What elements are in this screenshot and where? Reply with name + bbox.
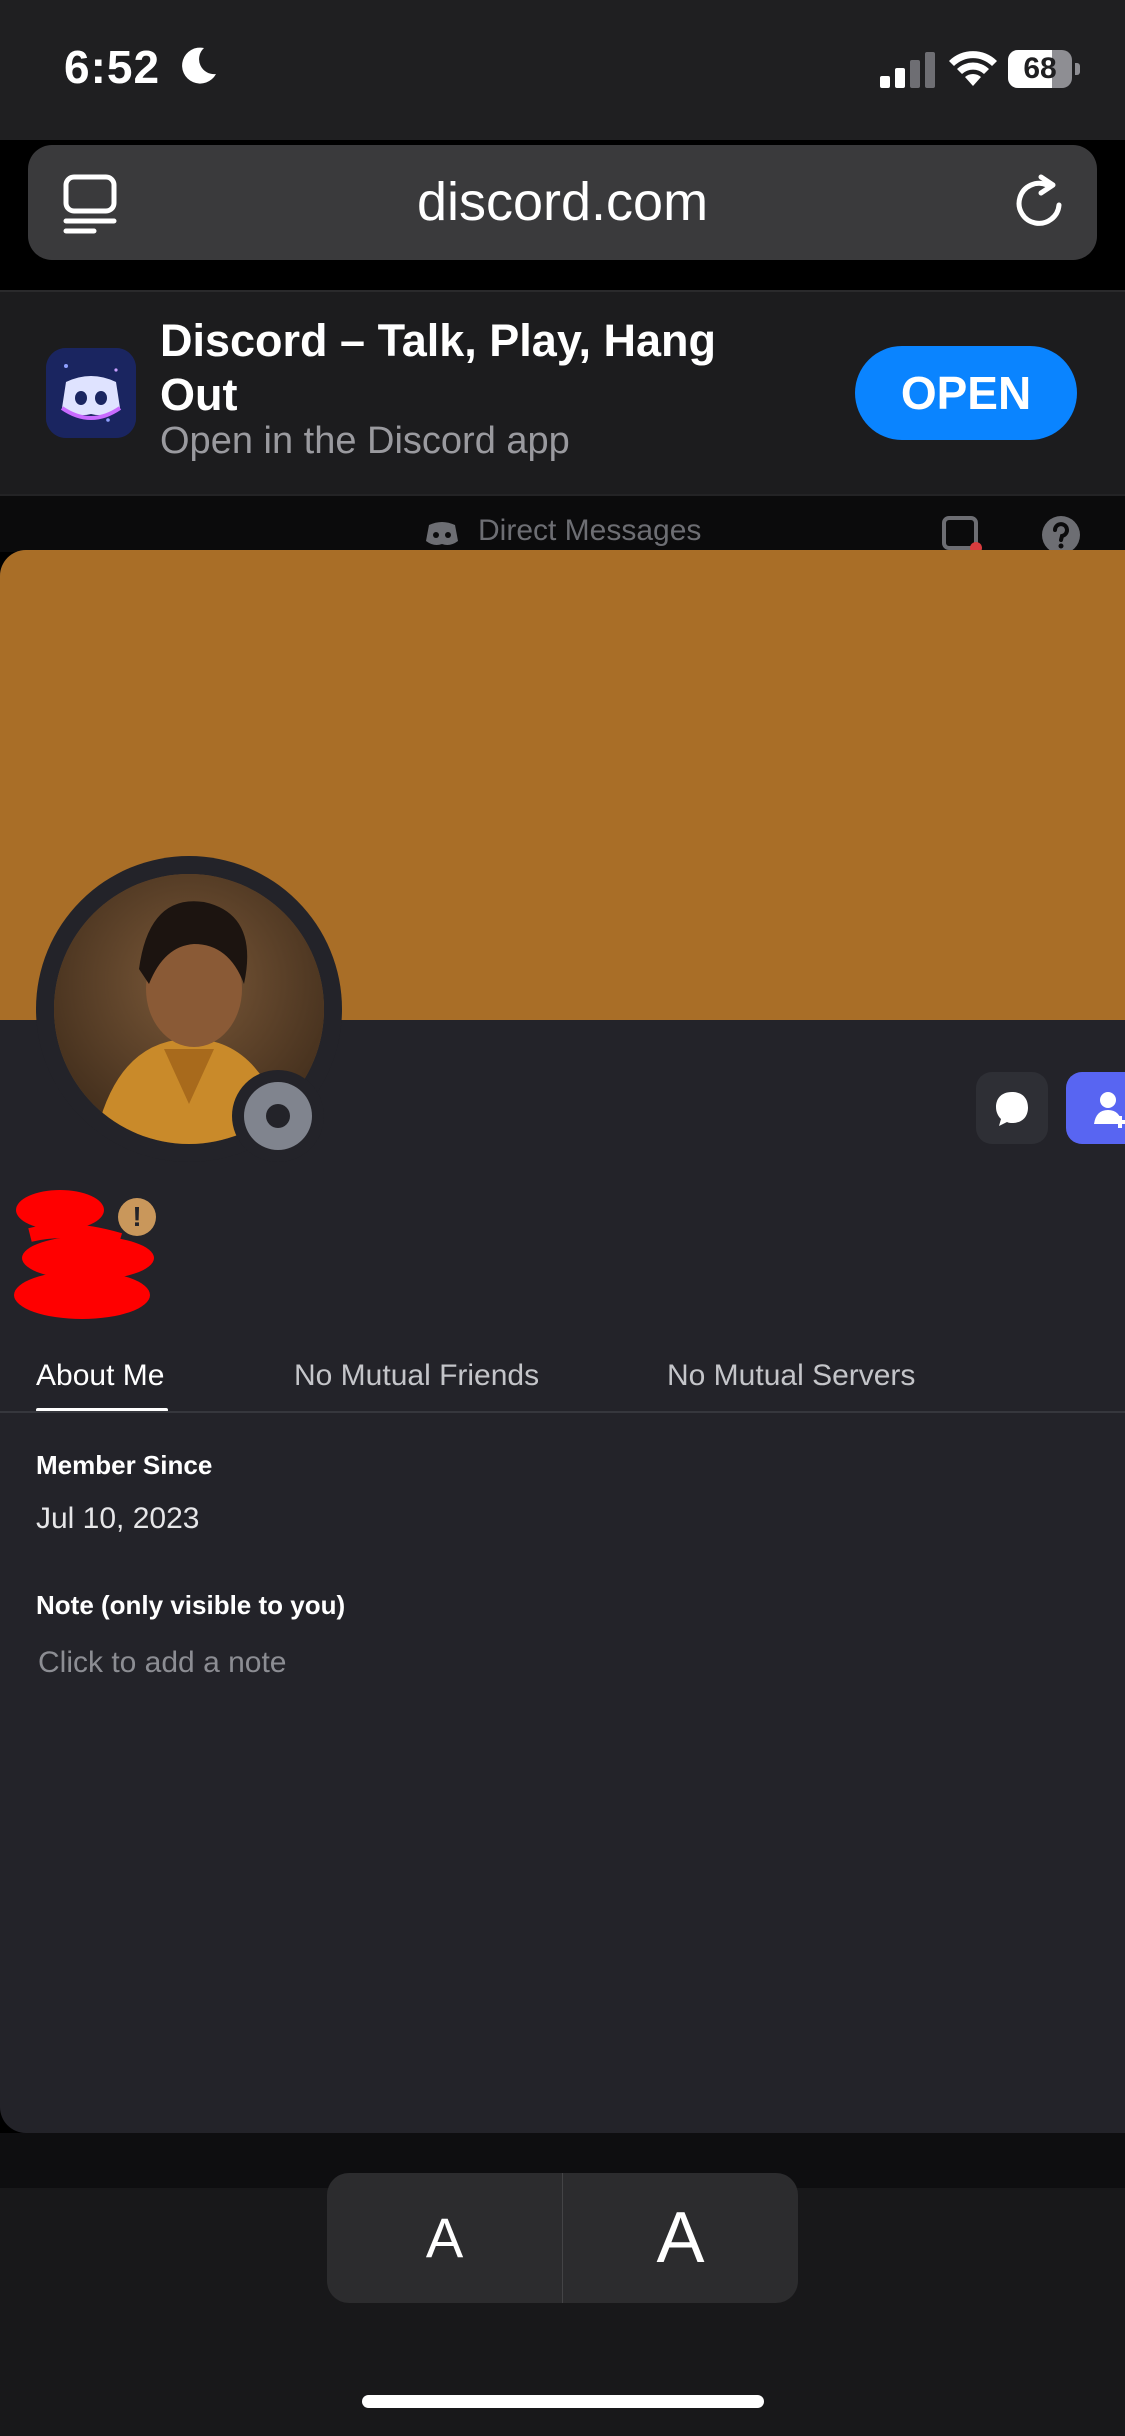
note-input[interactable] (26, 1635, 650, 1691)
dm-title: Direct Messages (478, 514, 702, 547)
member-since-label: Member Since (36, 1450, 213, 1480)
reload-icon[interactable] (1011, 171, 1071, 235)
font-size-control: A A (327, 2173, 798, 2303)
increase-font-button[interactable]: A (563, 2173, 798, 2303)
member-since-value: Jul 10, 2023 (36, 1502, 200, 1535)
note-label: Note (only visible to you) (36, 1590, 346, 1620)
status-indicator (232, 1070, 324, 1162)
message-icon (996, 1092, 1028, 1126)
tab-about-me[interactable]: About Me (36, 1358, 164, 1394)
moon-icon (182, 47, 216, 84)
discord-app-icon (46, 348, 136, 438)
status-time: 6:52 (64, 41, 161, 93)
profile-sheet: ! About Me No Mutual Friends No Mutual S… (0, 550, 1125, 2133)
wifi-icon (949, 51, 997, 86)
battery-icon: 68 (1008, 50, 1080, 88)
discord-icon (426, 522, 458, 545)
signal-icon (880, 52, 935, 88)
tab-mutual-servers[interactable]: No Mutual Servers (667, 1358, 915, 1394)
open-app-button[interactable]: OPEN (855, 346, 1077, 440)
home-indicator[interactable] (362, 2395, 764, 2408)
app-banner: Discord – Talk, Play, Hang Out Open in t… (0, 292, 1125, 494)
inbox-icon[interactable] (942, 514, 982, 554)
tab-mutual-friends[interactable]: No Mutual Friends (294, 1358, 539, 1394)
app-subtitle: Open in the Discord app (160, 420, 570, 462)
offline-status-icon (244, 1082, 312, 1150)
dm-header: Direct Messages (0, 494, 1125, 554)
add-friend-icon (1094, 1092, 1125, 1128)
add-friend-button[interactable] (1066, 1072, 1125, 1144)
status-bar: 6:52 68 (0, 0, 1125, 140)
app-title: Discord – Talk, Play, Hang Out (160, 315, 717, 420)
decrease-font-button[interactable]: A (327, 2173, 562, 2303)
url-text[interactable]: discord.com (28, 145, 1097, 260)
battery-percent: 68 (1023, 52, 1057, 85)
message-button[interactable] (976, 1072, 1048, 1144)
address-bar[interactable]: discord.com (28, 145, 1097, 260)
warning-badge-icon: ! (118, 1198, 156, 1236)
tabs-divider (0, 1411, 1125, 1413)
